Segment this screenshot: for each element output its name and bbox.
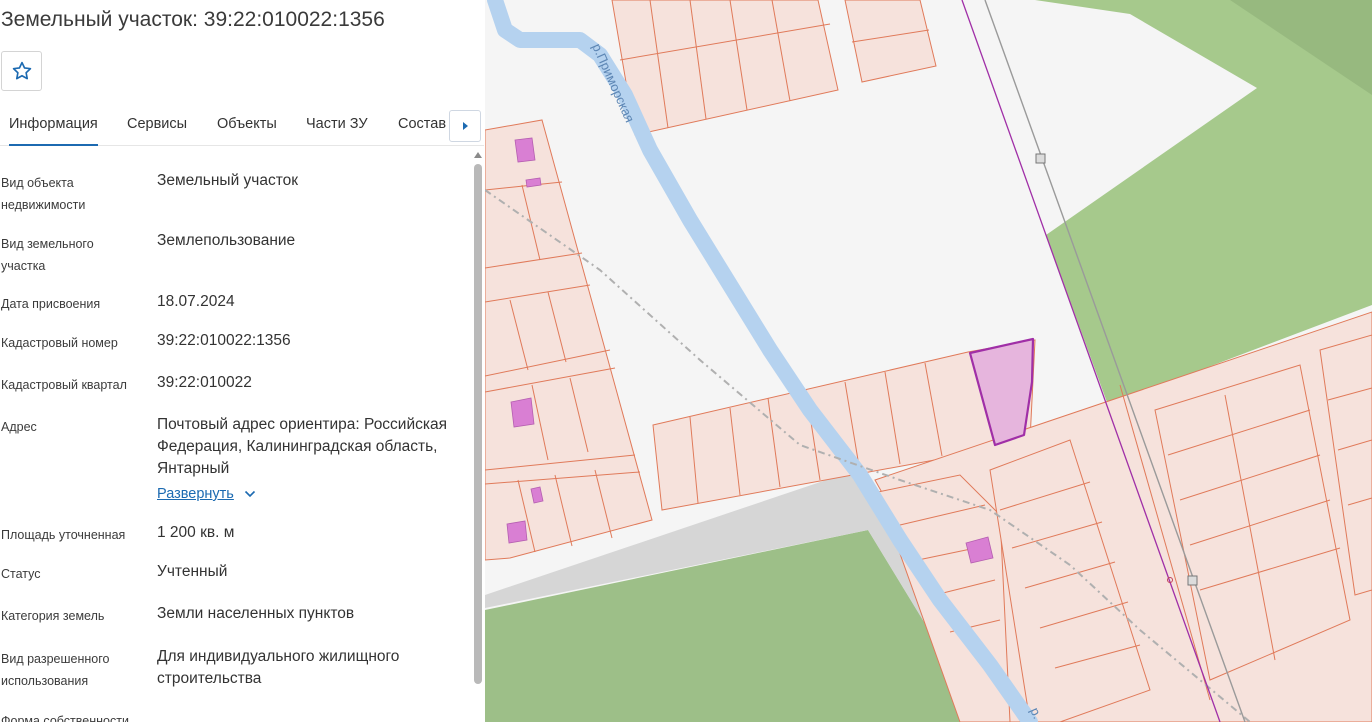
field-value-object-type: Земельный участок — [157, 172, 299, 189]
caret-right-icon — [463, 122, 468, 130]
field-label-object-type: Вид объекта недвижимости — [1, 176, 86, 212]
tabs-scroll-right-button[interactable] — [449, 110, 481, 142]
star-icon — [12, 61, 31, 80]
field-value-permitted-use: Для индивидуального жилищного строительс… — [157, 648, 400, 687]
tab-parts[interactable]: Части ЗУ — [306, 116, 368, 132]
field-value-assign-date: 18.07.2024 — [157, 293, 235, 310]
field-value-parcel-type: Землепользование — [157, 232, 296, 249]
field-value-address: Почтовый адрес ориентира: Российская Фед… — [157, 416, 448, 477]
tab-services[interactable]: Сервисы — [127, 116, 187, 132]
tab-info[interactable]: Информация — [9, 116, 98, 146]
field-label-parcel-type: Вид земельного участка — [1, 237, 94, 273]
pole-marker — [1035, 153, 1046, 164]
pole-marker — [1187, 575, 1198, 586]
favorite-button[interactable] — [1, 51, 42, 91]
tab-objects[interactable]: Объекты — [217, 116, 277, 132]
page-title: Земельный участок: 39:22:010022:1356 — [1, 8, 385, 31]
map-canvas[interactable]: р.Приморская р. — [485, 0, 1372, 722]
field-label-status: Статус — [1, 567, 41, 581]
tab-composition[interactable]: Состав — [398, 116, 446, 132]
expand-link[interactable]: Развернуть — [157, 486, 256, 502]
field-label-cadastral-quarter: Кадастровый квартал — [1, 378, 127, 392]
field-label-area: Площадь уточненная — [1, 528, 126, 542]
scroll-up-arrow[interactable] — [474, 152, 482, 158]
cadastral-map[interactable]: р.Приморская р. — [485, 0, 1372, 722]
tab-bar: Информация Сервисы Объекты Части ЗУ Сост… — [0, 104, 484, 146]
field-value-land-category: Земли населенных пунктов — [157, 605, 355, 622]
scrollbar[interactable] — [472, 152, 484, 722]
field-value-status: Учтенный — [157, 563, 228, 580]
field-label-address: Адрес — [1, 420, 37, 434]
field-value-area: 1 200 кв. м — [157, 524, 235, 541]
chevron-down-icon — [244, 490, 255, 498]
field-label-assign-date: Дата присвоения — [1, 297, 101, 311]
field-value-cadastral-number: 39:22:010022:1356 — [157, 332, 291, 349]
field-value-cadastral-quarter: 39:22:010022 — [157, 374, 252, 391]
info-panel: Земельный участок: 39:22:010022:1356 Инф… — [0, 0, 485, 722]
scrollbar-thumb[interactable] — [474, 164, 482, 684]
field-label-land-category: Категория земель — [1, 609, 105, 623]
field-label-permitted-use: Вид разрешенного использования — [1, 652, 110, 688]
expand-link-label: Развернуть — [157, 486, 234, 502]
field-label-cadastral-number: Кадастровый номер — [1, 336, 118, 350]
field-label-ownership: Форма собственности — [1, 714, 129, 722]
